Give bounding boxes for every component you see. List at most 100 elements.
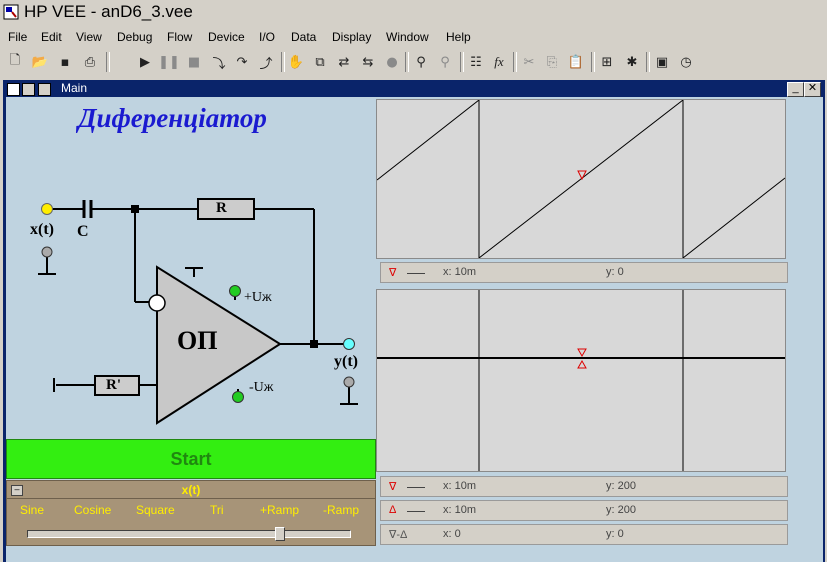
pause-icon[interactable]: ❚❚ bbox=[158, 53, 180, 71]
menu-device[interactable]: Device bbox=[208, 30, 245, 44]
marker-up-icon: Δ bbox=[389, 504, 397, 516]
output-ground-pin bbox=[343, 376, 355, 388]
timer-icon[interactable]: ◷ bbox=[677, 53, 695, 71]
line-legend-icon bbox=[407, 511, 425, 512]
function-selector: – x(t) Sine Cosine Square Tri +Ramp -Ram… bbox=[6, 480, 376, 546]
app-title: HP VEE - anD6_3.vee bbox=[24, 2, 193, 21]
option-minus-ramp[interactable]: -Ramp bbox=[323, 503, 359, 517]
marker-down-icon: ∇ bbox=[389, 267, 397, 279]
output-terminal bbox=[343, 338, 355, 350]
window-panel-icon[interactable] bbox=[38, 83, 51, 96]
delta-label: ∇-Δ bbox=[389, 529, 408, 541]
start-button[interactable]: Start bbox=[6, 439, 376, 479]
find-alt-icon[interactable]: ⚲ bbox=[436, 53, 454, 71]
paste-icon[interactable]: 📋 bbox=[567, 53, 585, 71]
debug-icon[interactable]: ✱ bbox=[623, 53, 641, 71]
step-into-icon[interactable]: ⤵ bbox=[210, 53, 228, 72]
delta-y-value: y: 0 bbox=[606, 528, 624, 540]
toolbar-separator bbox=[460, 52, 464, 72]
line-legend-icon bbox=[407, 487, 425, 488]
properties-icon[interactable]: ☷ bbox=[467, 53, 485, 71]
new-icon[interactable]: 🗋 bbox=[6, 53, 24, 71]
selector-title: x(t) bbox=[181, 483, 201, 497]
display2-marker1-bar: ∇ x: 10m y: 200 bbox=[380, 476, 788, 497]
display1-marker-bar: ∇ x: 10m y: 0 bbox=[380, 262, 788, 283]
menu-io[interactable]: I/O bbox=[259, 30, 275, 44]
junction-node bbox=[131, 205, 139, 213]
open-icon[interactable]: 📂 bbox=[31, 53, 49, 71]
marker-x-value: x: 10m bbox=[443, 266, 477, 278]
slider-track[interactable] bbox=[27, 530, 351, 538]
marker1-y-value: y: 200 bbox=[606, 480, 636, 492]
selector-divider bbox=[7, 498, 375, 499]
circuit-diagram bbox=[38, 198, 358, 425]
slider-thumb[interactable] bbox=[275, 527, 285, 541]
capacitor-label: C bbox=[77, 223, 89, 240]
bulb-icon[interactable]: ● bbox=[383, 53, 401, 71]
marker1-x-value: x: 10m bbox=[443, 480, 477, 492]
output-label: y(t) bbox=[334, 353, 358, 370]
option-cosine[interactable]: Cosine bbox=[74, 503, 111, 517]
menu-window[interactable]: Window bbox=[386, 30, 429, 44]
toolbar-separator bbox=[646, 52, 650, 72]
connect-icon[interactable]: ⇄ bbox=[335, 53, 353, 71]
cut-icon[interactable]: ✂ bbox=[520, 53, 538, 71]
menu-file[interactable]: File bbox=[8, 30, 27, 44]
line-legend-icon bbox=[407, 273, 425, 274]
junction-node bbox=[310, 340, 318, 348]
option-sine[interactable]: Sine bbox=[20, 503, 44, 517]
resistor-r-label: R bbox=[216, 200, 227, 216]
window-view-icon[interactable] bbox=[22, 83, 35, 96]
ramp-trace bbox=[376, 98, 786, 260]
opamp-label: ОП bbox=[177, 326, 218, 355]
waveform-display-2[interactable] bbox=[376, 289, 786, 472]
display2-marker2-bar: Δ x: 10m y: 200 bbox=[380, 500, 788, 521]
step-out-icon[interactable]: ⤴ bbox=[257, 53, 275, 72]
app-titlebar: HP VEE - anD6_3.vee bbox=[0, 0, 827, 26]
hand-icon[interactable]: ✋ bbox=[287, 53, 305, 71]
option-tri[interactable]: Tri bbox=[210, 503, 224, 517]
step-over-icon[interactable]: ↷ bbox=[233, 53, 251, 71]
menu-edit[interactable]: Edit bbox=[41, 30, 62, 44]
option-square[interactable]: Square bbox=[136, 503, 175, 517]
print-icon[interactable]: ⎙ bbox=[81, 53, 99, 71]
option-plus-ramp[interactable]: +Ramp bbox=[260, 503, 299, 517]
toolbar-separator bbox=[281, 52, 285, 72]
waveform-plot-1 bbox=[376, 98, 786, 260]
container-icon[interactable]: ⧉ bbox=[311, 53, 329, 71]
window-title: Main bbox=[61, 81, 88, 95]
toolbar-separator bbox=[513, 52, 517, 72]
marker2-x-value: x: 10m bbox=[443, 504, 477, 516]
marker-down-icon: ∇ bbox=[389, 481, 397, 493]
waveform-display-1[interactable] bbox=[376, 98, 786, 260]
run-icon[interactable]: ▶ bbox=[136, 53, 154, 71]
connect-alt-icon[interactable]: ⇆ bbox=[359, 53, 377, 71]
app-icon bbox=[3, 4, 19, 20]
menu-display[interactable]: Display bbox=[332, 30, 371, 44]
inverting-input-pin bbox=[148, 294, 166, 312]
display2-delta-bar: ∇-Δ x: 0 y: 0 bbox=[380, 524, 788, 545]
copy-icon[interactable]: ⎘ bbox=[543, 53, 561, 71]
panel-icon[interactable]: ▣ bbox=[653, 53, 671, 71]
vminus-terminal bbox=[232, 391, 244, 403]
save-icon[interactable]: ▪ bbox=[56, 53, 74, 71]
marker-down[interactable] bbox=[577, 348, 587, 358]
window-icon bbox=[7, 83, 20, 96]
menu-flow[interactable]: Flow bbox=[167, 30, 192, 44]
menu-debug[interactable]: Debug bbox=[117, 30, 152, 44]
vplus-terminal bbox=[229, 285, 241, 297]
close-button[interactable]: ✕ bbox=[804, 82, 821, 97]
function-icon[interactable]: fx bbox=[490, 53, 508, 71]
find-icon[interactable]: ⚲ bbox=[412, 53, 430, 71]
stop-icon[interactable]: ■ bbox=[185, 53, 203, 71]
marker-y-value: y: 0 bbox=[606, 266, 624, 278]
menu-view[interactable]: View bbox=[76, 30, 102, 44]
menu-help[interactable]: Help bbox=[446, 30, 471, 44]
marker-up[interactable] bbox=[577, 359, 587, 369]
minimize-button[interactable]: _ bbox=[787, 82, 804, 97]
vplus-label: +Uж bbox=[244, 290, 272, 305]
menu-data[interactable]: Data bbox=[291, 30, 316, 44]
group-icon[interactable]: ⊞ bbox=[598, 53, 616, 71]
marker2-y-value: y: 200 bbox=[606, 504, 636, 516]
toolbar-separator bbox=[106, 52, 110, 72]
